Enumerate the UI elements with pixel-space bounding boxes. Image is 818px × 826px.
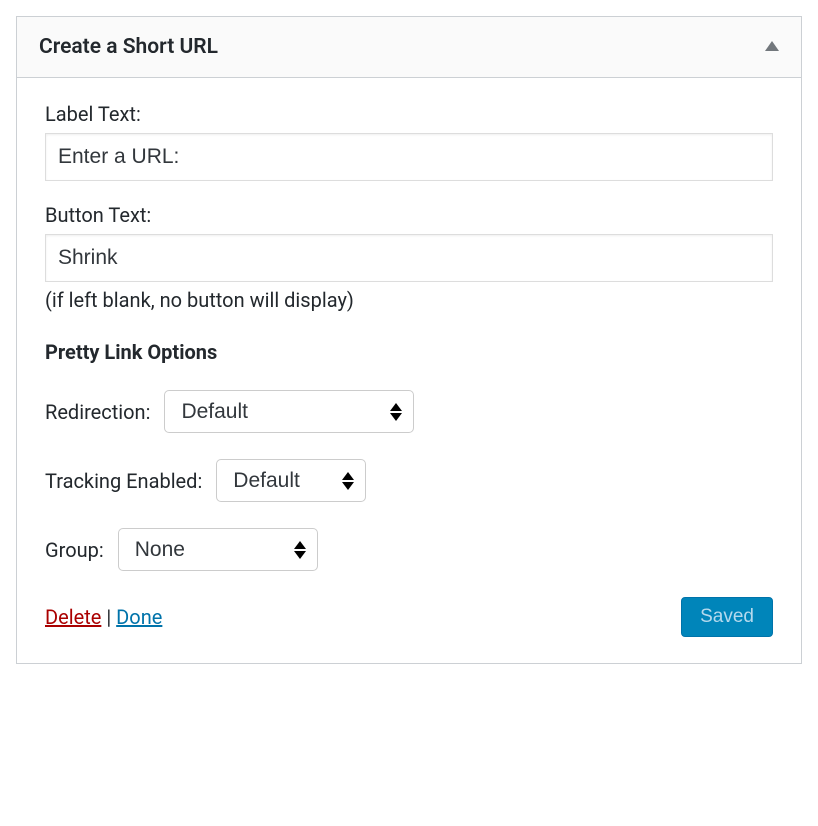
widget-container: Create a Short URL Label Text: Button Te… bbox=[16, 16, 802, 664]
button-text-input[interactable] bbox=[45, 234, 773, 282]
button-text-help: (if left blank, no button will display) bbox=[45, 288, 773, 312]
redirection-row: Redirection: Default bbox=[45, 390, 773, 433]
widget-title: Create a Short URL bbox=[39, 35, 218, 59]
group-label: Group: bbox=[45, 538, 104, 562]
widget-body: Label Text: Button Text: (if left blank,… bbox=[17, 78, 801, 663]
tracking-row: Tracking Enabled: Default bbox=[45, 459, 773, 502]
group-row: Group: None bbox=[45, 528, 773, 571]
widget-header[interactable]: Create a Short URL bbox=[17, 17, 801, 78]
tracking-label: Tracking Enabled: bbox=[45, 469, 202, 493]
label-text-field-group: Label Text: bbox=[45, 102, 773, 181]
done-link[interactable]: Done bbox=[116, 605, 162, 629]
group-select-wrap: None bbox=[118, 528, 318, 571]
tracking-select[interactable]: Default bbox=[216, 459, 366, 502]
footer-separator: | bbox=[101, 605, 116, 629]
redirection-label: Redirection: bbox=[45, 400, 150, 424]
collapse-toggle-icon bbox=[765, 39, 779, 55]
tracking-select-wrap: Default bbox=[216, 459, 366, 502]
delete-link[interactable]: Delete bbox=[45, 605, 101, 629]
options-heading: Pretty Link Options bbox=[45, 340, 773, 364]
label-text-input[interactable] bbox=[45, 133, 773, 181]
button-text-label: Button Text: bbox=[45, 203, 773, 227]
widget-footer: Delete | Done Saved bbox=[45, 597, 773, 637]
footer-links: Delete | Done bbox=[45, 605, 162, 629]
label-text-label: Label Text: bbox=[45, 102, 773, 126]
button-text-field-group: Button Text: (if left blank, no button w… bbox=[45, 203, 773, 312]
redirection-select[interactable]: Default bbox=[164, 390, 414, 433]
saved-button[interactable]: Saved bbox=[681, 597, 773, 637]
redirection-select-wrap: Default bbox=[164, 390, 414, 433]
group-select[interactable]: None bbox=[118, 528, 318, 571]
